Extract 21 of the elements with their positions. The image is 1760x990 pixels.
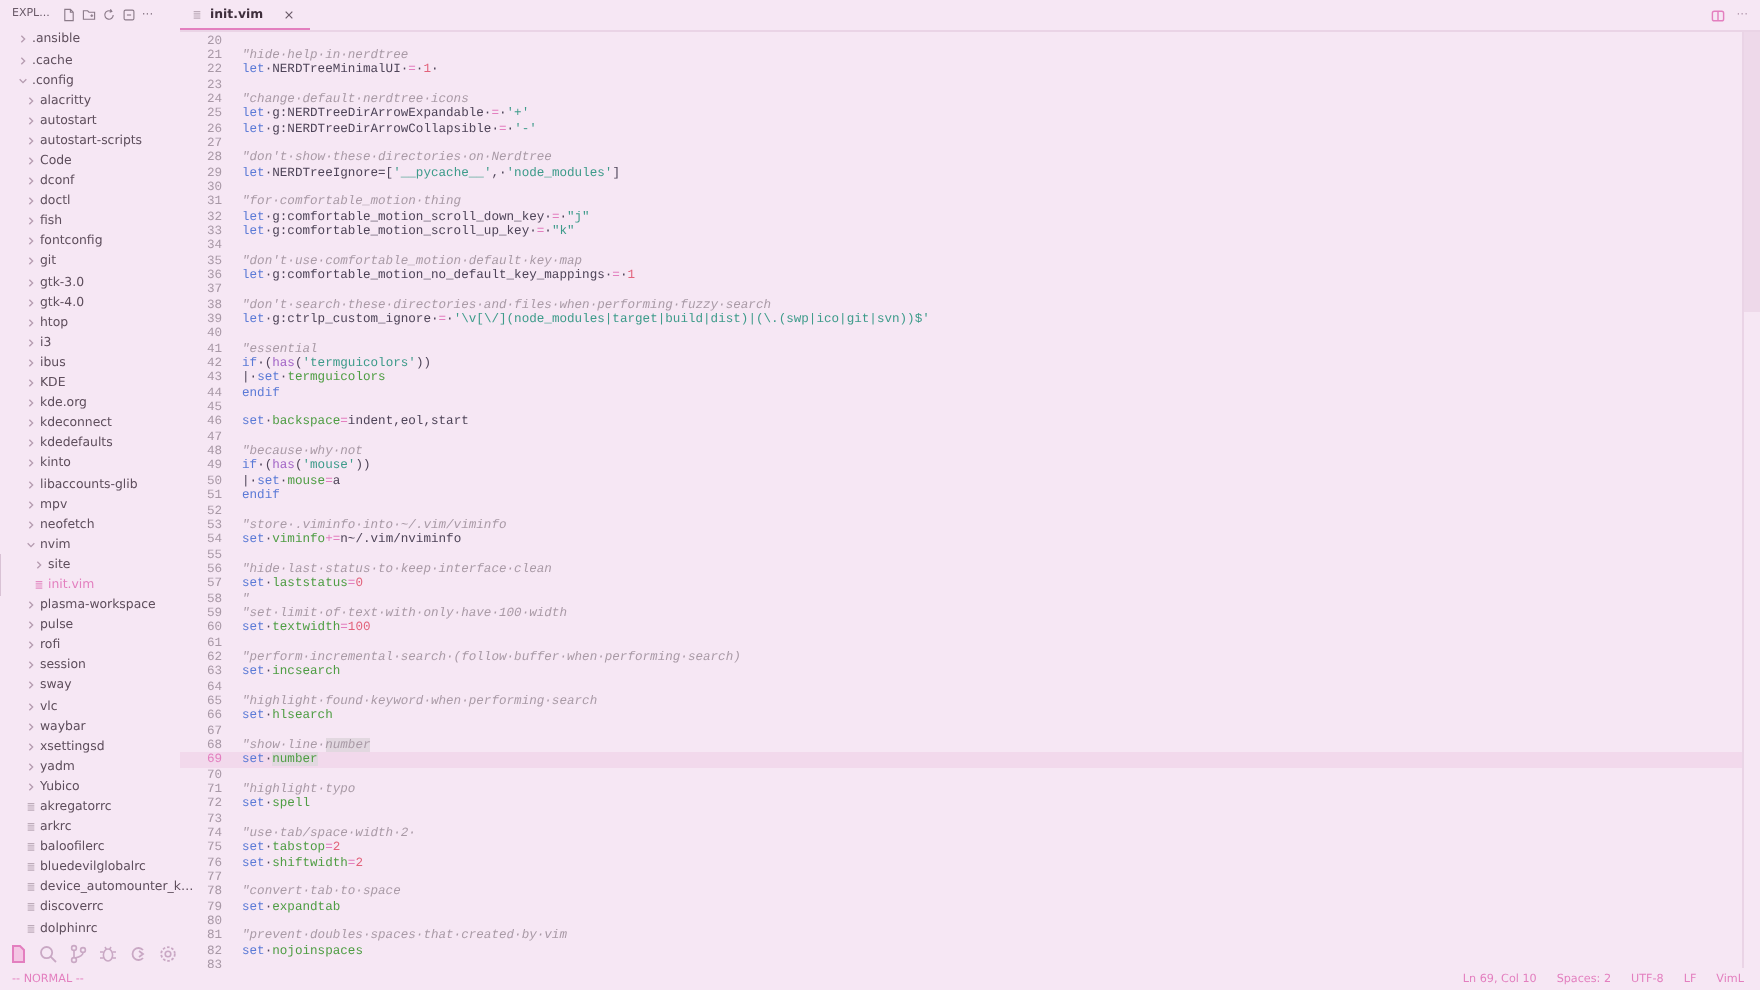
split-editor-icon[interactable]	[1710, 7, 1727, 23]
close-icon[interactable]	[283, 9, 294, 19]
file-icon	[26, 802, 36, 812]
file-icon	[26, 842, 36, 853]
search-icon[interactable]	[38, 943, 58, 964]
file-icon	[26, 923, 36, 934]
settings-icon[interactable]	[158, 943, 178, 964]
collapse-icon[interactable]	[121, 7, 136, 22]
file-icon	[26, 822, 36, 833]
file-icon	[26, 882, 36, 893]
files-icon[interactable]	[8, 943, 28, 964]
bug-icon[interactable]	[98, 943, 118, 964]
remote-icon[interactable]	[128, 943, 148, 964]
file-icon	[192, 9, 202, 19]
refresh-icon[interactable]	[101, 7, 116, 22]
branch-icon[interactable]	[68, 943, 88, 964]
new-file-icon[interactable]	[61, 7, 76, 22]
file-icon	[26, 902, 36, 913]
file-icon	[34, 579, 44, 590]
file-icon	[26, 862, 36, 873]
new-folder-icon[interactable]	[81, 7, 96, 22]
